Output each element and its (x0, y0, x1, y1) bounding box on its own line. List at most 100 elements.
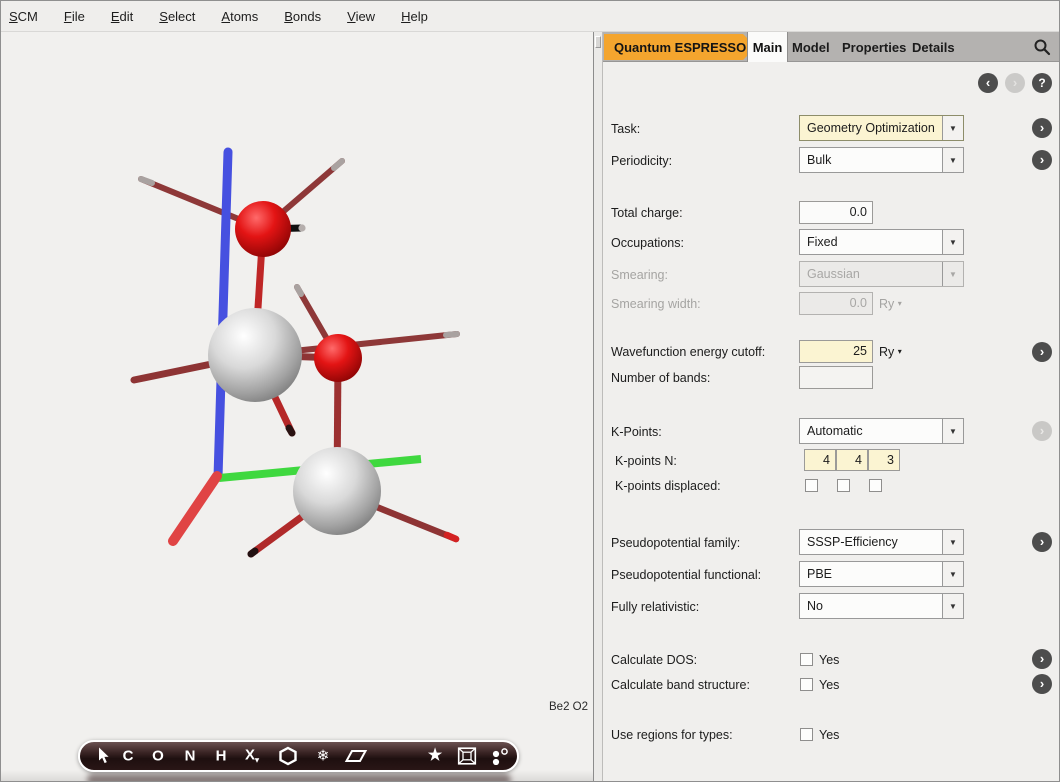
kpoints-displaced-2-checkbox[interactable] (837, 479, 850, 492)
element-x-dropdown[interactable]: X▾ (245, 748, 259, 765)
element-o-button[interactable]: O (152, 749, 164, 764)
dropdown-arrow-icon: ▼ (942, 562, 963, 586)
task-detail-button[interactable]: › (1032, 118, 1052, 138)
cutoff-detail-button[interactable]: › (1032, 342, 1052, 362)
periodicity-detail-button[interactable]: › (1032, 150, 1052, 170)
cursor-icon[interactable] (96, 748, 110, 765)
crystal-tool-icon[interactable]: ❄ (317, 749, 330, 764)
atoms (208, 201, 381, 535)
atom-O-1 (235, 201, 291, 257)
menu-edit[interactable]: Edit (111, 5, 133, 28)
search-icon[interactable] (1033, 38, 1051, 56)
kpoints-detail-button: › (1032, 421, 1052, 441)
atom-Be-2 (293, 447, 381, 535)
task-dropdown[interactable]: Geometry Optimization ▼ (799, 115, 964, 141)
pseudo-family-dropdown[interactable]: SSSP-Efficiency ▼ (799, 529, 964, 555)
x-dropdown-arrow-icon: ▾ (255, 756, 259, 765)
atom-Be-1 (208, 308, 302, 402)
menu-select[interactable]: Select (159, 5, 195, 28)
panel-tabbar: Quantum ESPRESSO Main Model Properties D… (603, 32, 1060, 62)
forward-button[interactable]: › (1005, 73, 1025, 93)
tab-quantum-espresso[interactable]: Quantum ESPRESSO (604, 34, 756, 60)
lattice-vector-a (173, 476, 217, 541)
menu-atoms[interactable]: Atoms (221, 5, 258, 28)
unit-dropdown-arrow-icon: ▾ (898, 347, 902, 356)
menu-bonds[interactable]: Bonds (284, 5, 321, 28)
calc-dos-label: Calculate DOS: (611, 653, 697, 667)
formula-label: Be2 O2 (549, 701, 588, 713)
kpoints-n-label: K-points N: (615, 454, 677, 468)
pseudo-functional-label: Pseudopotential functional: (611, 568, 761, 582)
dropdown-arrow-icon: ▼ (942, 594, 963, 618)
task-label: Task: (611, 122, 640, 136)
menu-view[interactable]: View (347, 5, 375, 28)
app-window: SCM File Edit Select Atoms Bonds View He… (0, 0, 1060, 782)
tab-properties[interactable]: Properties (842, 32, 906, 62)
fragments-icon[interactable] (491, 747, 509, 765)
kpoints-label: K-Points: (611, 425, 662, 439)
calc-band-detail-button[interactable]: › (1032, 674, 1052, 694)
plane-tool-icon[interactable] (345, 749, 368, 764)
pseudo-family-label: Pseudopotential family: (611, 536, 740, 550)
splitter-handle[interactable] (595, 36, 601, 48)
tab-main[interactable]: Main (747, 32, 788, 62)
cutoff-label: Wavefunction energy cutoff: (611, 345, 765, 359)
occupations-label: Occupations: (611, 236, 684, 250)
kpoints-displaced-label: K-points displaced: (615, 479, 721, 493)
pseudo-functional-dropdown[interactable]: PBE ▼ (799, 561, 964, 587)
use-regions-label: Use regions for types: (611, 728, 733, 742)
calc-dos-detail-button[interactable]: › (1032, 649, 1052, 669)
panel-splitter[interactable] (594, 32, 603, 782)
calc-band-checkbox[interactable] (800, 678, 813, 691)
occupations-dropdown[interactable]: Fixed ▼ (799, 229, 964, 255)
menu-scm[interactable]: SCM (9, 5, 38, 28)
fully-relativistic-dropdown[interactable]: No ▼ (799, 593, 964, 619)
fully-relativistic-label: Fully relativistic: (611, 600, 699, 614)
calc-dos-yes-label: Yes (819, 653, 839, 667)
menu-help[interactable]: Help (401, 5, 428, 28)
dropdown-arrow-icon: ▼ (942, 148, 963, 172)
ring-tool-icon[interactable] (279, 747, 298, 766)
num-bands-label: Number of bands: (611, 371, 710, 385)
pseudo-family-detail-button[interactable]: › (1032, 532, 1052, 552)
viewport-toolbar: C O N H X▾ ❄ ★ (78, 740, 519, 772)
kpoints-n1-input[interactable]: 4 (804, 449, 836, 471)
unit-dropdown-arrow-icon: ▾ (898, 299, 902, 308)
periodicity-dropdown[interactable]: Bulk ▼ (799, 147, 964, 173)
favorites-star-icon[interactable]: ★ (428, 748, 442, 764)
calc-band-yes-label: Yes (819, 678, 839, 692)
calc-dos-checkbox[interactable] (800, 653, 813, 666)
tab-details[interactable]: Details (912, 32, 955, 62)
help-button[interactable]: ? (1032, 73, 1052, 93)
element-h-button[interactable]: H (216, 749, 227, 764)
kpoints-displaced-1-checkbox[interactable] (805, 479, 818, 492)
cell-box-icon[interactable] (458, 747, 477, 765)
back-button[interactable]: ‹ (978, 73, 998, 93)
tab-model[interactable]: Model (792, 32, 830, 62)
element-c-button[interactable]: C (123, 749, 134, 764)
menu-file[interactable]: File (64, 5, 85, 28)
dropdown-arrow-icon: ▼ (942, 116, 963, 140)
molecule-viewport[interactable]: Be2 O2 C O N H X▾ ❄ ★ (1, 32, 594, 782)
total-charge-input[interactable]: 0.0 (799, 201, 873, 224)
cutoff-unit[interactable]: Ry ▾ (879, 345, 902, 359)
lattice-vector-c (218, 152, 228, 477)
input-panel: Quantum ESPRESSO Main Model Properties D… (603, 32, 1060, 782)
smearing-width-unit: Ry ▾ (879, 297, 902, 311)
element-n-button[interactable]: N (185, 749, 196, 764)
num-bands-input[interactable] (799, 366, 873, 389)
kpoints-n2-input[interactable]: 4 (836, 449, 868, 471)
total-charge-label: Total charge: (611, 206, 683, 220)
toolbar-reflection (87, 774, 511, 782)
kpoints-displaced-3-checkbox[interactable] (869, 479, 882, 492)
smearing-label: Smearing: (611, 268, 668, 282)
menubar: SCM File Edit Select Atoms Bonds View He… (1, 1, 1060, 32)
periodicity-label: Periodicity: (611, 154, 672, 168)
kpoints-n3-input[interactable]: 3 (868, 449, 900, 471)
cutoff-input[interactable]: 25 (799, 340, 873, 363)
use-regions-yes-label: Yes (819, 728, 839, 742)
use-regions-checkbox[interactable] (800, 728, 813, 741)
smearing-dropdown: Gaussian ▼ (799, 261, 964, 287)
kpoints-dropdown[interactable]: Automatic ▼ (799, 418, 964, 444)
dropdown-arrow-icon: ▼ (942, 262, 963, 286)
